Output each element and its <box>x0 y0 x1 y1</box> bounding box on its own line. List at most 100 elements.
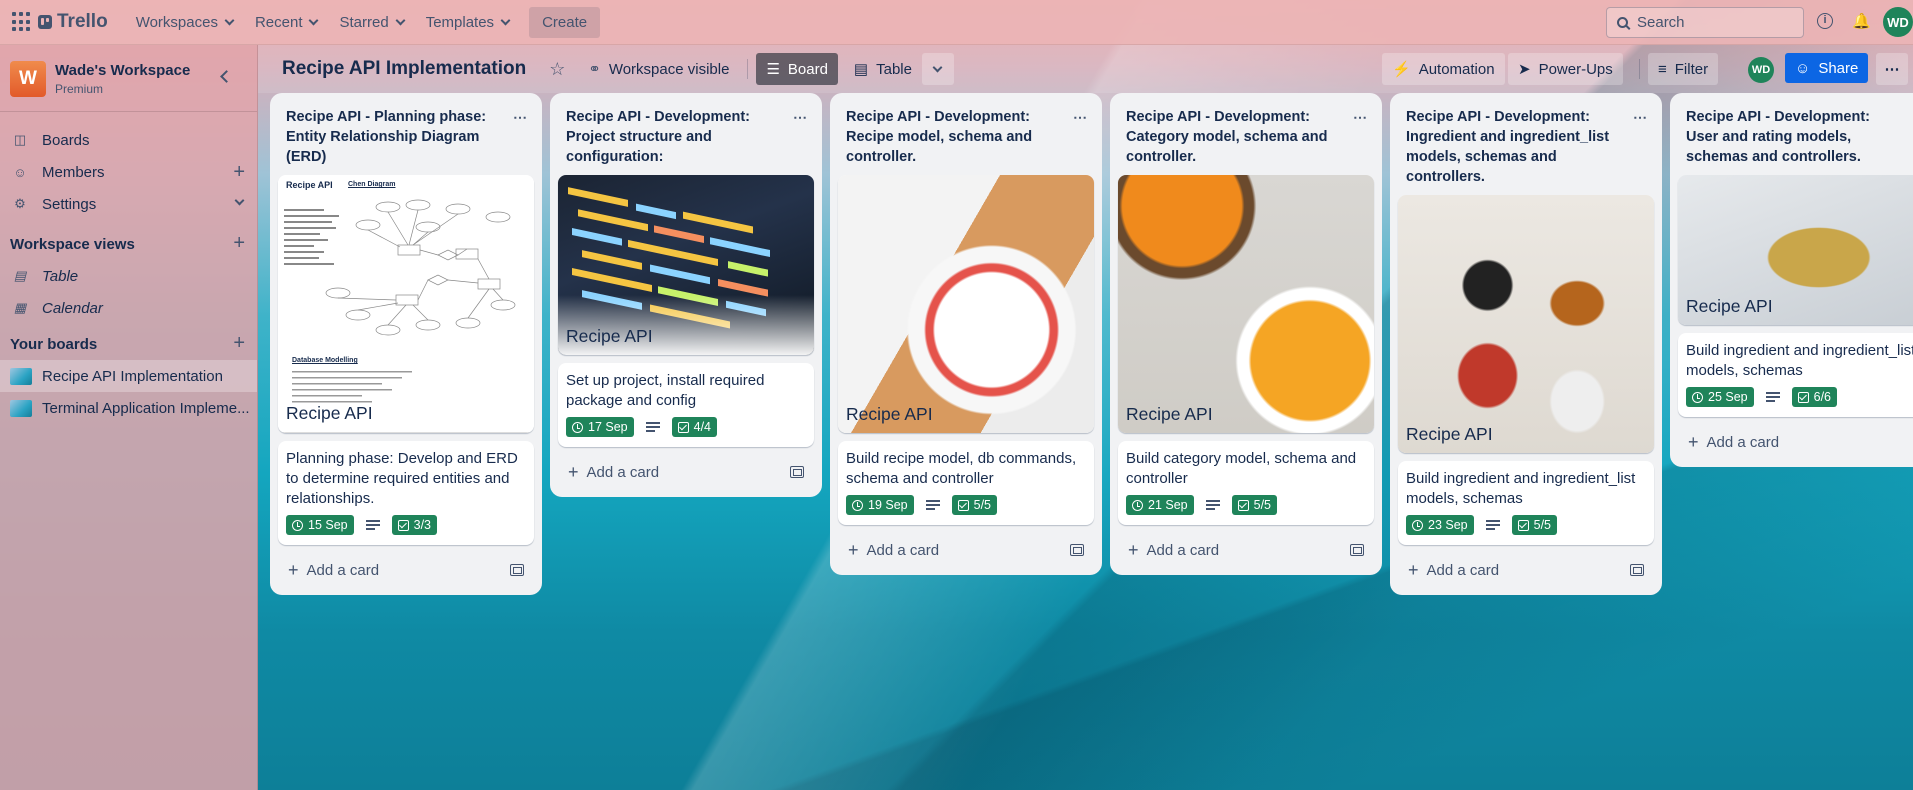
list[interactable]: Recipe API - Planning phase: Entity Rela… <box>270 93 542 595</box>
card[interactable]: Build ingredient and ingredient_list mod… <box>1678 333 1913 417</box>
chevron-down-icon <box>224 15 235 25</box>
list-menu-icon[interactable]: ⋯ <box>793 107 808 127</box>
sidebar-view-calendar[interactable]: ▦ Calendar <box>0 292 257 324</box>
add-view-icon[interactable]: + <box>233 232 245 255</box>
search-input[interactable]: Search <box>1606 7 1804 38</box>
search-icon <box>1617 17 1628 28</box>
card[interactable]: Recipe API <box>838 175 1094 433</box>
powerups-button[interactable]: ➤ Power-Ups <box>1508 53 1623 85</box>
card[interactable]: Set up project, install required package… <box>558 363 814 447</box>
starred-menu[interactable]: Starred <box>329 8 413 37</box>
checklist-icon <box>957 499 969 511</box>
list-menu-icon[interactable]: ⋯ <box>1353 107 1368 127</box>
list-title[interactable]: Recipe API - Development: User and ratin… <box>1678 101 1913 175</box>
clock-icon <box>1132 499 1143 511</box>
calendar-icon: ▦ <box>13 300 27 315</box>
list-menu-icon[interactable]: ⋯ <box>1073 107 1088 127</box>
star-icon[interactable]: ☆ <box>540 53 574 85</box>
erd-schema-lines <box>292 371 412 403</box>
add-card-button[interactable]: + Add a card <box>278 553 534 587</box>
sidebar-board-terminal-app[interactable]: Terminal Application Impleme... <box>0 392 257 424</box>
due-date-badge[interactable]: 25 Sep <box>1686 387 1754 407</box>
add-card-button[interactable]: + Add a card <box>1678 425 1913 459</box>
card[interactable]: Recipe API <box>1398 195 1654 453</box>
list-title[interactable]: Recipe API - Development: Category model… <box>1118 101 1374 175</box>
bell-icon[interactable]: 🔔 <box>1852 13 1871 31</box>
card[interactable]: Recipe API <box>1118 175 1374 433</box>
card[interactable]: Recipe API Chen Diagram Database Modelli… <box>278 175 534 433</box>
app-switcher-icon[interactable] <box>12 12 32 32</box>
lightning-icon: ⚡ <box>1392 61 1411 78</box>
sidebar-item-boards[interactable]: ◫ Boards <box>0 124 257 156</box>
add-card-button[interactable]: + Add a card <box>558 455 814 489</box>
due-date-badge[interactable]: 21 Sep <box>1126 495 1194 515</box>
list[interactable]: Recipe API - Development: Ingredient and… <box>1390 93 1662 595</box>
sidebar-item-members[interactable]: ☺ Members + <box>0 156 257 188</box>
card[interactable]: Build recipe model, db commands, schema … <box>838 441 1094 525</box>
add-card-button[interactable]: + Add a card <box>1398 553 1654 587</box>
add-board-icon[interactable]: + <box>233 332 245 355</box>
list-menu-icon[interactable]: ⋯ <box>1633 107 1648 127</box>
card-template-icon[interactable] <box>1630 564 1644 576</box>
recent-menu[interactable]: Recent <box>245 8 328 37</box>
card[interactable]: Build ingredient and ingredient_list mod… <box>1398 461 1654 545</box>
card-template-icon[interactable] <box>790 466 804 478</box>
sidebar-item-settings[interactable]: ⚙ Settings <box>0 188 257 220</box>
card[interactable]: Recipe API <box>558 175 814 355</box>
list[interactable]: Recipe API - Development: Category model… <box>1110 93 1382 575</box>
member-avatar[interactable]: WD <box>1748 57 1774 83</box>
card[interactable]: Planning phase: Develop and ERD to deter… <box>278 441 534 545</box>
clock-icon <box>852 499 863 511</box>
add-card-button[interactable]: + Add a card <box>1118 533 1374 567</box>
share-button[interactable]: ☺ Share <box>1785 53 1869 83</box>
description-icon <box>1765 392 1780 402</box>
list[interactable]: Recipe API - Development: Recipe model, … <box>830 93 1102 575</box>
workspace-views-heading: Workspace views + <box>10 232 245 255</box>
automation-button[interactable]: ⚡ Automation <box>1382 53 1505 85</box>
card-badges: 15 Sep 3/3 <box>278 515 534 545</box>
card[interactable]: Recipe API <box>1678 175 1913 325</box>
due-date-badge[interactable]: 19 Sep <box>846 495 914 515</box>
view-board-tab[interactable]: ☰ Board <box>756 53 838 85</box>
list-title[interactable]: Recipe API - Development: Project struct… <box>558 101 814 175</box>
list-title[interactable]: Recipe API - Development: Recipe model, … <box>838 101 1094 175</box>
clock-icon <box>572 421 583 433</box>
workspaces-menu[interactable]: Workspaces <box>126 8 243 37</box>
sidebar-view-table[interactable]: ▤ Table <box>0 260 257 292</box>
card-cover-title: Recipe API <box>286 403 373 423</box>
card-template-icon[interactable] <box>510 564 524 576</box>
sidebar-board-recipe-api[interactable]: Recipe API Implementation <box>0 360 257 392</box>
filter-button[interactable]: ≡ Filter <box>1648 53 1719 85</box>
due-date-badge[interactable]: 15 Sep <box>286 515 354 535</box>
board-view-icon: ☰ <box>766 61 780 78</box>
list[interactable]: Recipe API - Development: User and ratin… <box>1670 93 1913 467</box>
card-template-icon[interactable] <box>1070 544 1084 556</box>
add-card-button[interactable]: + Add a card <box>838 533 1094 567</box>
view-table-tab[interactable]: ▤ Table <box>844 53 922 85</box>
add-member-icon[interactable]: + <box>233 161 245 184</box>
list-menu-icon[interactable]: ⋯ <box>513 107 528 127</box>
more-views-button[interactable] <box>921 53 954 85</box>
description-icon <box>1205 500 1220 510</box>
your-boards-heading: Your boards + <box>10 332 245 355</box>
description-icon <box>925 500 940 510</box>
info-icon[interactable]: i <box>1817 13 1833 29</box>
user-avatar[interactable]: WD <box>1883 7 1913 37</box>
checklist-badge: 3/3 <box>391 515 438 535</box>
board-title[interactable]: Recipe API Implementation <box>282 58 526 80</box>
list[interactable]: Recipe API - Development: Project struct… <box>550 93 822 497</box>
visibility-button[interactable]: ⚭ Workspace visible <box>578 53 739 85</box>
workspace-header[interactable]: W Wade's Workspace Premium <box>0 45 257 112</box>
create-button[interactable]: Create <box>529 6 601 38</box>
description-icon <box>365 520 380 530</box>
list-title[interactable]: Recipe API - Planning phase: Entity Rela… <box>278 101 534 175</box>
board-menu-button[interactable]: ⋯ <box>1876 53 1908 85</box>
templates-menu[interactable]: Templates <box>416 8 519 37</box>
due-date-badge[interactable]: 23 Sep <box>1406 515 1474 535</box>
trello-logo[interactable]: Trello <box>38 11 108 33</box>
card[interactable]: Build category model, schema and control… <box>1118 441 1374 525</box>
list-title[interactable]: Recipe API - Development: Ingredient and… <box>1398 101 1654 195</box>
card-template-icon[interactable] <box>1350 544 1364 556</box>
due-date-badge[interactable]: 17 Sep <box>566 417 634 437</box>
card-cover-lock: Recipe API <box>1678 175 1913 325</box>
